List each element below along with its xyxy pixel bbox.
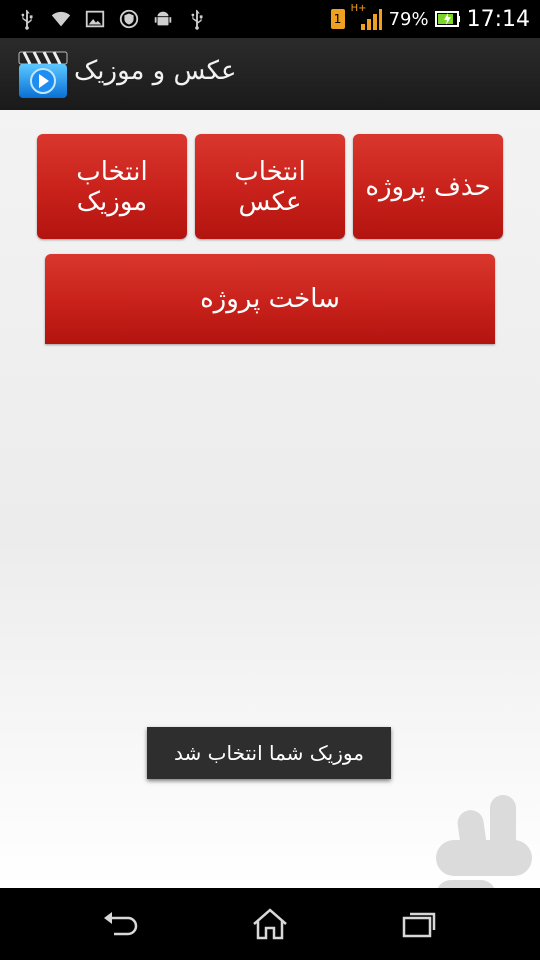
status-bar: 1 H+ 79% 17:14 (0, 0, 540, 38)
notification-icons (16, 8, 208, 30)
system-icons: 1 H+ 79% 17:14 (330, 3, 530, 34)
usb-icon (21, 9, 33, 30)
clapperboard-play-icon[interactable] (18, 48, 68, 100)
toast-message: موزیک شما انتخاب شد (147, 727, 391, 779)
build-project-button[interactable]: ساخت پروژه (45, 254, 495, 344)
home-icon[interactable] (250, 906, 290, 942)
shield-icon (119, 9, 139, 29)
battery-charging-icon (434, 11, 460, 27)
select-music-button[interactable]: انتخاب موزیک (37, 134, 187, 239)
usb-icon (191, 9, 203, 30)
main-content: انتخاب موزیک انتخاب عکس حذف پروژه ساخت پ… (0, 110, 540, 888)
delete-project-button[interactable]: حذف پروژه (353, 134, 503, 239)
sim-badge: 1 (330, 9, 345, 29)
back-icon[interactable] (100, 906, 140, 942)
action-bar: عکس و موزیک (0, 38, 540, 112)
navigation-bar (0, 888, 540, 960)
app-title: عکس و موزیک (74, 56, 237, 86)
clock: 17:14 (466, 6, 530, 32)
select-photo-button[interactable]: انتخاب عکس (195, 134, 345, 239)
battery-percent: 79% (388, 8, 429, 30)
recents-icon[interactable] (400, 906, 440, 942)
android-icon (154, 11, 172, 26)
signal-indicator: H+ (351, 3, 383, 32)
gallery-icon (85, 10, 105, 28)
signal-icon (360, 9, 382, 30)
toast-text: موزیک شما انتخاب شد (174, 741, 364, 765)
wifi-icon (51, 11, 71, 27)
